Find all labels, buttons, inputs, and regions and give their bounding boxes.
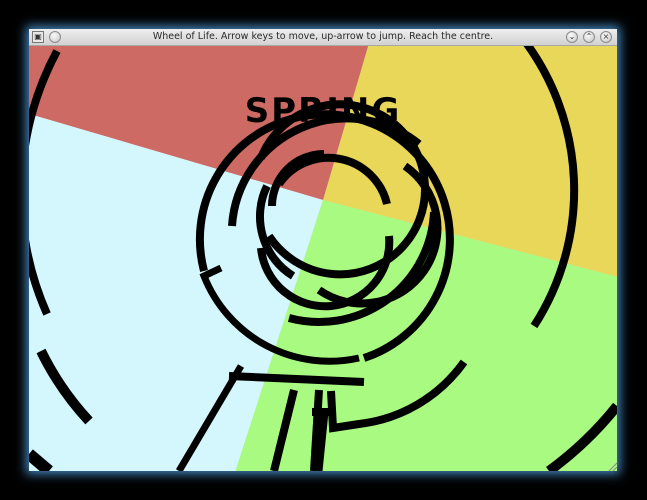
season-label: SPRING — [245, 91, 402, 131]
game-canvas[interactable]: SPRING — [29, 46, 617, 471]
resize-grip-icon[interactable] — [607, 461, 617, 471]
window-title: Wheel of Life. Arrow keys to move, up-ar… — [152, 31, 494, 42]
maximize-icon[interactable]: ⌃ — [583, 31, 595, 43]
title-bar[interactable]: ▣ Wheel of Life. Arrow keys to move, up-… — [29, 29, 617, 46]
game-window: ▣ Wheel of Life. Arrow keys to move, up-… — [29, 29, 617, 471]
minimize-icon[interactable]: ⌄ — [566, 31, 578, 43]
close-icon[interactable]: × — [600, 31, 612, 43]
